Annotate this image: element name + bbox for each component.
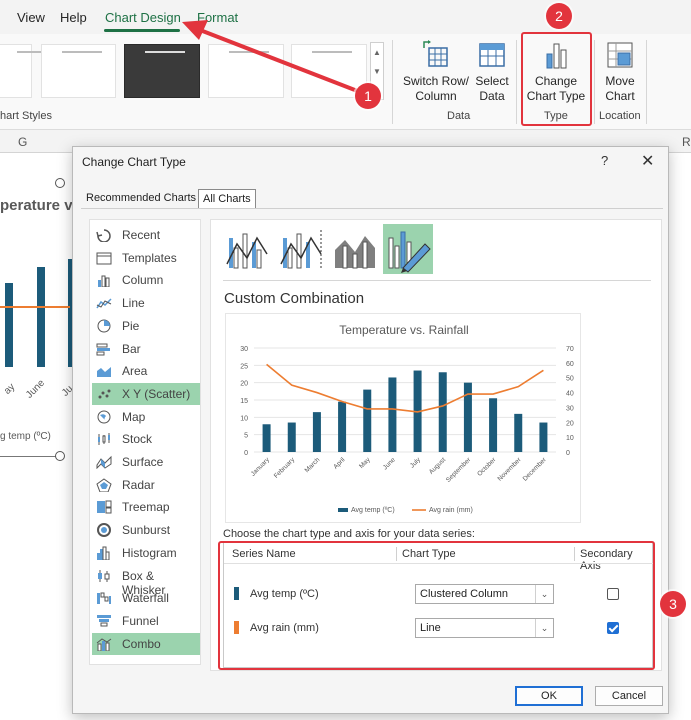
annotation-badge-3: 3	[660, 591, 686, 617]
annotation-badge-2: 2	[546, 3, 572, 29]
annotation-badge-1: 1	[355, 83, 381, 109]
annotation-arrow	[182, 20, 361, 94]
